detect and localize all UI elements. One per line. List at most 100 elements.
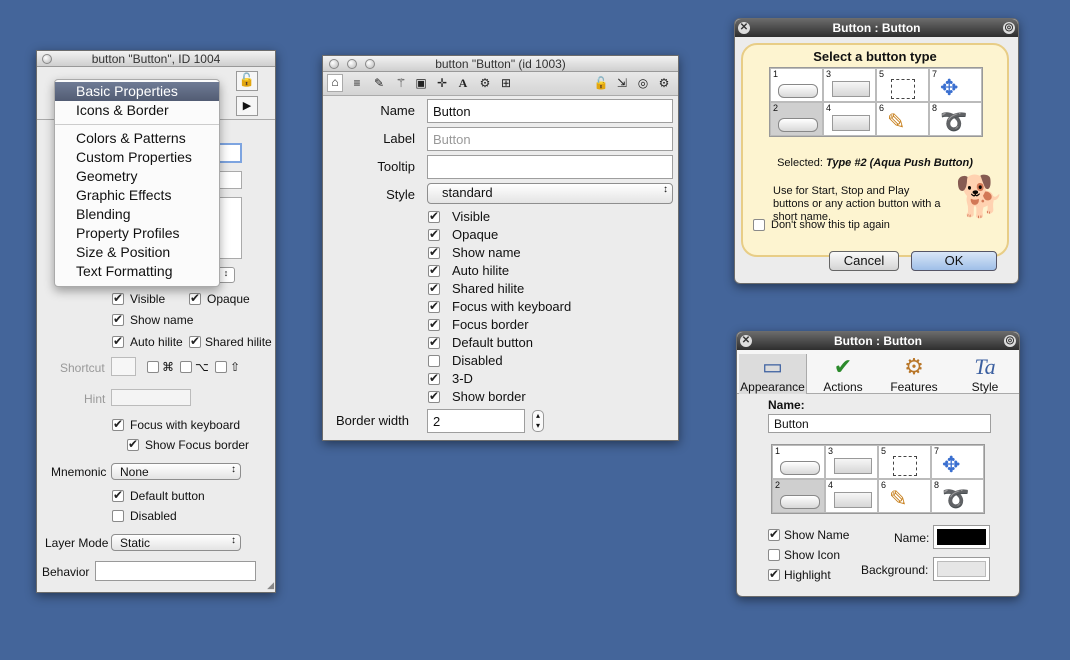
image-icon[interactable]: ▣ [413,76,429,90]
name-field[interactable]: Button [427,99,673,123]
focus-border-checkbox[interactable]: Focus border [428,317,529,332]
type-3-cell[interactable]: 3 [825,445,878,479]
geometry-icon[interactable]: ⊞ [498,76,514,90]
background-color-well[interactable] [933,557,990,581]
mnemonic-select[interactable]: None [111,463,241,480]
opaque-checkbox[interactable]: Opaque [428,227,498,242]
style-select[interactable]: standard [427,183,673,204]
type-5-cell[interactable]: 5 [878,445,931,479]
menu-item-size-position[interactable]: Size & Position [55,243,219,262]
visible-checkbox[interactable]: Visible [112,291,165,306]
tab-features[interactable]: ⚙ Features [880,354,948,394]
type-3-cell[interactable]: 3 [823,68,876,102]
hint-field[interactable] [111,389,191,406]
visible-checkbox[interactable]: Visible [428,209,490,224]
zoom-icon[interactable]: ◎ [1003,22,1015,34]
focus-keyboard-checkbox[interactable]: Focus with keyboard [428,299,571,314]
border-width-stepper[interactable]: ▴ ▾ [532,410,544,432]
type-2-cell[interactable]: 2 [772,479,825,513]
close-light-icon[interactable] [329,59,339,69]
menu-item-custom-properties[interactable]: Custom Properties [55,148,219,167]
menu-item-geometry[interactable]: Geometry [55,167,219,186]
title-bar[interactable]: button "Button", ID 1004 [37,51,275,67]
title-bar[interactable]: ✕ Button : Button ◎ [737,332,1019,350]
zoom-light-icon[interactable] [365,59,375,69]
ok-button[interactable]: OK [911,251,997,271]
title-bar[interactable]: button "Button" (id 1003) [323,56,678,72]
lock-icon[interactable]: 🔓 [593,76,609,90]
title-bar[interactable]: ✕ Button : Button ◎ [735,19,1018,37]
3d-checkbox[interactable]: 3-D [428,371,473,386]
zoom-icon[interactable]: ◎ [1004,335,1016,347]
settings-icon[interactable]: ⚙ [656,76,672,90]
default-button-checkbox[interactable]: Default button [428,335,533,350]
show-name-checkbox[interactable]: Show name [428,245,521,260]
magic-wand-icon[interactable]: ⚚ [393,76,409,90]
pencil-icon[interactable]: ✎ [371,76,387,90]
opaque-checkbox[interactable]: Opaque [189,291,250,306]
show-icon-checkbox[interactable]: Show Icon [768,548,840,562]
type-5-cell[interactable]: 5 [876,68,929,102]
disabled-checkbox[interactable]: Disabled [428,353,503,368]
show-border-checkbox[interactable]: Show border [428,389,526,404]
highlight-checkbox[interactable]: Highlight [768,567,831,582]
type-6-cell[interactable]: 6 ✎ [876,102,929,136]
type-2-cell[interactable]: 2 [770,102,823,136]
home-icon[interactable]: ⌂ [327,74,343,92]
type-7-cell[interactable]: 7 ✥ [931,445,984,479]
type-1-cell[interactable]: 1 [772,445,825,479]
type-8-cell[interactable]: 8 ➰ [931,479,984,513]
tooltip-area[interactable] [217,197,242,259]
shift-checkbox[interactable]: ⇧ [215,360,240,374]
menu-item-icons-border[interactable]: Icons & Border [55,101,219,120]
behavior-field[interactable] [95,561,256,581]
menu-item-colors-patterns[interactable]: Colors & Patterns [55,129,219,148]
name-field[interactable]: Button [768,414,991,433]
show-name-checkbox[interactable]: Show name [112,312,193,327]
default-button-checkbox[interactable]: Default button [112,488,205,503]
disabled-checkbox[interactable]: Disabled [112,509,177,523]
resize-grip-icon[interactable]: ◢ [267,580,274,591]
close-light-icon[interactable] [42,54,52,64]
move-icon[interactable]: ✛ [434,76,450,90]
type-7-cell[interactable]: 7 ✥ [929,68,982,102]
minimize-light-icon[interactable] [347,59,357,69]
close-icon[interactable]: ✕ [738,22,750,34]
export-icon[interactable]: ⇲ [614,76,630,90]
label-field[interactable]: Button [427,127,673,151]
name-field[interactable] [217,143,242,163]
border-width-field[interactable]: 2 [427,409,525,433]
type-4-cell[interactable]: 4 [825,479,878,513]
layer-mode-select[interactable]: Static [111,534,241,551]
close-icon[interactable]: ✕ [740,335,752,347]
tab-style[interactable]: Ta Style [951,354,1019,394]
type-8-cell[interactable]: 8 ➰ [929,102,982,136]
menu-item-blending[interactable]: Blending [55,205,219,224]
show-focus-border-checkbox[interactable]: Show Focus border [127,437,249,452]
menu-item-graphic-effects[interactable]: Graphic Effects [55,186,219,205]
play-button[interactable]: ▶ [236,96,258,116]
lock-button[interactable]: 🔓 [236,71,258,91]
tab-appearance[interactable]: ▭ Appearance [739,354,807,394]
focus-keyboard-checkbox[interactable]: Focus with keyboard [112,417,240,432]
auto-hilite-checkbox[interactable]: Auto hilite [112,334,183,349]
type-4-cell[interactable]: 4 [823,102,876,136]
shared-hilite-checkbox[interactable]: Shared hilite [428,281,524,296]
shortcut-field[interactable] [111,357,136,376]
option-checkbox[interactable]: ⌥ [180,360,209,374]
label-field[interactable] [217,171,242,189]
cancel-button[interactable]: Cancel [829,251,899,271]
tab-actions[interactable]: ✔ Actions [809,354,877,394]
show-name-checkbox[interactable]: Show Name [768,527,849,542]
database-icon[interactable]: ≡ [349,76,365,90]
target-icon[interactable]: ◎ [635,76,651,90]
type-1-cell[interactable]: 1 [770,68,823,102]
menu-item-basic-properties[interactable]: Basic Properties [55,82,219,101]
menu-item-text-formatting[interactable]: Text Formatting [55,262,219,281]
name-color-well[interactable] [933,525,990,549]
tooltip-field[interactable] [427,155,673,179]
shared-hilite-checkbox[interactable]: Shared hilite [189,334,272,349]
auto-hilite-checkbox[interactable]: Auto hilite [428,263,509,278]
type-6-cell[interactable]: 6 ✎ [878,479,931,513]
dont-show-checkbox[interactable]: Don't show this tip again [753,219,890,231]
